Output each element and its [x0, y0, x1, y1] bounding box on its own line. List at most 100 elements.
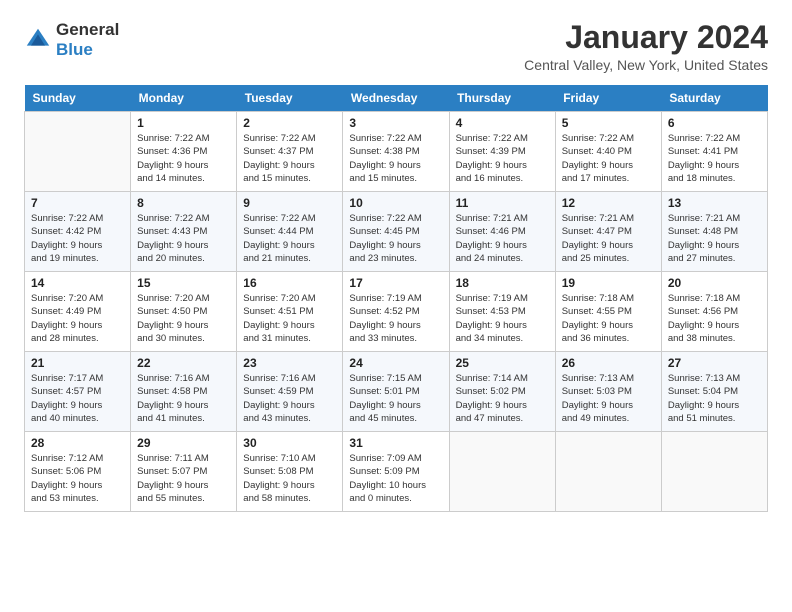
- day-number: 31: [349, 436, 442, 450]
- day-info: Sunrise: 7:19 AM Sunset: 4:52 PM Dayligh…: [349, 292, 442, 345]
- calendar-cell: 19 Sunrise: 7:18 AM Sunset: 4:55 PM Dayli…: [555, 272, 661, 352]
- calendar-week-row: 21Sunrise: 7:17 AM Sunset: 4:57 PM Dayli…: [25, 352, 768, 432]
- calendar-cell: 27Sunrise: 7:13 AM Sunset: 5:04 PM Dayli…: [661, 352, 767, 432]
- calendar-cell: [449, 432, 555, 512]
- day-number: 15: [137, 276, 230, 290]
- day-number: 2: [243, 116, 336, 130]
- day-number: 19: [562, 276, 655, 290]
- calendar-cell: 11 Sunrise: 7:21 AM Sunset: 4:46 PM Dayli…: [449, 192, 555, 272]
- calendar-cell: 23 Sunrise: 7:16 AM Sunset: 4:59 PM Dayli…: [237, 352, 343, 432]
- day-number: 24: [349, 356, 442, 370]
- calendar-cell: 25Sunrise: 7:14 AM Sunset: 5:02 PM Dayli…: [449, 352, 555, 432]
- logo-general: General Blue: [56, 20, 119, 60]
- calendar-cell: 29Sunrise: 7:11 AM Sunset: 5:07 PM Dayli…: [131, 432, 237, 512]
- day-info: Sunrise: 7:15 AM Sunset: 5:01 PM Dayligh…: [349, 372, 442, 425]
- day-info: Sunrise: 7:18 AM Sunset: 4:55 PM Dayligh…: [562, 292, 655, 345]
- calendar-cell: 12Sunrise: 7:21 AM Sunset: 4:47 PM Dayli…: [555, 192, 661, 272]
- day-number: 28: [31, 436, 124, 450]
- calendar-cell: 7 Sunrise: 7:22 AM Sunset: 4:42 PM Daylig…: [25, 192, 131, 272]
- calendar-cell: 1Sunrise: 7:22 AM Sunset: 4:36 PM Daylig…: [131, 112, 237, 192]
- day-info: Sunrise: 7:21 AM Sunset: 4:48 PM Dayligh…: [668, 212, 761, 265]
- calendar-cell: 3 Sunrise: 7:22 AM Sunset: 4:38 PM Daylig…: [343, 112, 449, 192]
- calendar-cell: 6Sunrise: 7:22 AM Sunset: 4:41 PM Daylig…: [661, 112, 767, 192]
- calendar-cell: [661, 432, 767, 512]
- calendar-week-row: 1Sunrise: 7:22 AM Sunset: 4:36 PM Daylig…: [25, 112, 768, 192]
- day-number: 20: [668, 276, 761, 290]
- calendar-cell: 10 Sunrise: 7:22 AM Sunset: 4:45 PM Dayli…: [343, 192, 449, 272]
- day-info: Sunrise: 7:10 AM Sunset: 5:08 PM Dayligh…: [243, 452, 336, 505]
- day-number: 16: [243, 276, 336, 290]
- day-info: Sunrise: 7:13 AM Sunset: 5:04 PM Dayligh…: [668, 372, 761, 425]
- logo-icon: [24, 26, 52, 54]
- day-number: 23: [243, 356, 336, 370]
- calendar-cell: 8 Sunrise: 7:22 AM Sunset: 4:43 PM Daylig…: [131, 192, 237, 272]
- day-info: Sunrise: 7:16 AM Sunset: 4:59 PM Dayligh…: [243, 372, 336, 425]
- day-info: Sunrise: 7:22 AM Sunset: 4:38 PM Dayligh…: [349, 132, 442, 185]
- day-number: 8: [137, 196, 230, 210]
- day-info: Sunrise: 7:17 AM Sunset: 4:57 PM Dayligh…: [31, 372, 124, 425]
- day-number: 5: [562, 116, 655, 130]
- day-info: Sunrise: 7:12 AM Sunset: 5:06 PM Dayligh…: [31, 452, 124, 505]
- day-info: Sunrise: 7:20 AM Sunset: 4:51 PM Dayligh…: [243, 292, 336, 345]
- weekday-header-thursday: Thursday: [449, 85, 555, 112]
- calendar-header: January 2024 Central Valley, New York, U…: [524, 20, 768, 73]
- day-number: 11: [456, 196, 549, 210]
- day-info: Sunrise: 7:20 AM Sunset: 4:49 PM Dayligh…: [31, 292, 124, 345]
- calendar-table: SundayMondayTuesdayWednesdayThursdayFrid…: [24, 85, 768, 512]
- day-number: 17: [349, 276, 442, 290]
- calendar-cell: 9Sunrise: 7:22 AM Sunset: 4:44 PM Daylig…: [237, 192, 343, 272]
- calendar-cell: [25, 112, 131, 192]
- day-info: Sunrise: 7:22 AM Sunset: 4:43 PM Dayligh…: [137, 212, 230, 265]
- calendar-cell: 16 Sunrise: 7:20 AM Sunset: 4:51 PM Dayli…: [237, 272, 343, 352]
- weekday-header-row: SundayMondayTuesdayWednesdayThursdayFrid…: [25, 85, 768, 112]
- calendar-cell: 15 Sunrise: 7:20 AM Sunset: 4:50 PM Dayli…: [131, 272, 237, 352]
- day-info: Sunrise: 7:21 AM Sunset: 4:46 PM Dayligh…: [456, 212, 549, 265]
- day-info: Sunrise: 7:16 AM Sunset: 4:58 PM Dayligh…: [137, 372, 230, 425]
- calendar-cell: 13 Sunrise: 7:21 AM Sunset: 4:48 PM Dayli…: [661, 192, 767, 272]
- calendar-cell: 17 Sunrise: 7:19 AM Sunset: 4:52 PM Dayli…: [343, 272, 449, 352]
- day-number: 22: [137, 356, 230, 370]
- day-number: 30: [243, 436, 336, 450]
- calendar-cell: [555, 432, 661, 512]
- day-number: 3: [349, 116, 442, 130]
- day-number: 7: [31, 196, 124, 210]
- calendar-week-row: 28 Sunrise: 7:12 AM Sunset: 5:06 PM Dayli…: [25, 432, 768, 512]
- day-number: 13: [668, 196, 761, 210]
- day-info: Sunrise: 7:22 AM Sunset: 4:45 PM Dayligh…: [349, 212, 442, 265]
- day-info: Sunrise: 7:13 AM Sunset: 5:03 PM Dayligh…: [562, 372, 655, 425]
- day-info: Sunrise: 7:11 AM Sunset: 5:07 PM Dayligh…: [137, 452, 230, 505]
- day-info: Sunrise: 7:22 AM Sunset: 4:44 PM Dayligh…: [243, 212, 336, 265]
- day-info: Sunrise: 7:21 AM Sunset: 4:47 PM Dayligh…: [562, 212, 655, 265]
- weekday-header-tuesday: Tuesday: [237, 85, 343, 112]
- calendar-subtitle: Central Valley, New York, United States: [524, 57, 768, 73]
- logo: General Blue: [24, 20, 119, 60]
- calendar-cell: 30 Sunrise: 7:10 AM Sunset: 5:08 PM Dayli…: [237, 432, 343, 512]
- day-info: Sunrise: 7:14 AM Sunset: 5:02 PM Dayligh…: [456, 372, 549, 425]
- calendar-cell: 21Sunrise: 7:17 AM Sunset: 4:57 PM Dayli…: [25, 352, 131, 432]
- day-info: Sunrise: 7:18 AM Sunset: 4:56 PM Dayligh…: [668, 292, 761, 345]
- day-info: Sunrise: 7:22 AM Sunset: 4:41 PM Dayligh…: [668, 132, 761, 185]
- calendar-week-row: 14 Sunrise: 7:20 AM Sunset: 4:49 PM Dayli…: [25, 272, 768, 352]
- calendar-week-row: 7 Sunrise: 7:22 AM Sunset: 4:42 PM Daylig…: [25, 192, 768, 272]
- day-number: 10: [349, 196, 442, 210]
- weekday-header-wednesday: Wednesday: [343, 85, 449, 112]
- calendar-title: January 2024: [524, 20, 768, 55]
- day-number: 14: [31, 276, 124, 290]
- day-info: Sunrise: 7:22 AM Sunset: 4:42 PM Dayligh…: [31, 212, 124, 265]
- day-info: Sunrise: 7:20 AM Sunset: 4:50 PM Dayligh…: [137, 292, 230, 345]
- day-info: Sunrise: 7:09 AM Sunset: 5:09 PM Dayligh…: [349, 452, 442, 505]
- weekday-header-saturday: Saturday: [661, 85, 767, 112]
- calendar-cell: 24 Sunrise: 7:15 AM Sunset: 5:01 PM Dayli…: [343, 352, 449, 432]
- calendar-cell: 22 Sunrise: 7:16 AM Sunset: 4:58 PM Dayli…: [131, 352, 237, 432]
- calendar-cell: 31 Sunrise: 7:09 AM Sunset: 5:09 PM Dayli…: [343, 432, 449, 512]
- weekday-header-friday: Friday: [555, 85, 661, 112]
- calendar-cell: 4Sunrise: 7:22 AM Sunset: 4:39 PM Daylig…: [449, 112, 555, 192]
- day-info: Sunrise: 7:22 AM Sunset: 4:37 PM Dayligh…: [243, 132, 336, 185]
- day-number: 18: [456, 276, 549, 290]
- calendar-cell: 18 Sunrise: 7:19 AM Sunset: 4:53 PM Dayli…: [449, 272, 555, 352]
- day-info: Sunrise: 7:22 AM Sunset: 4:39 PM Dayligh…: [456, 132, 549, 185]
- day-info: Sunrise: 7:22 AM Sunset: 4:36 PM Dayligh…: [137, 132, 230, 185]
- page-header: General Blue January 2024 Central Valley…: [24, 20, 768, 73]
- day-info: Sunrise: 7:19 AM Sunset: 4:53 PM Dayligh…: [456, 292, 549, 345]
- calendar-cell: 2 Sunrise: 7:22 AM Sunset: 4:37 PM Daylig…: [237, 112, 343, 192]
